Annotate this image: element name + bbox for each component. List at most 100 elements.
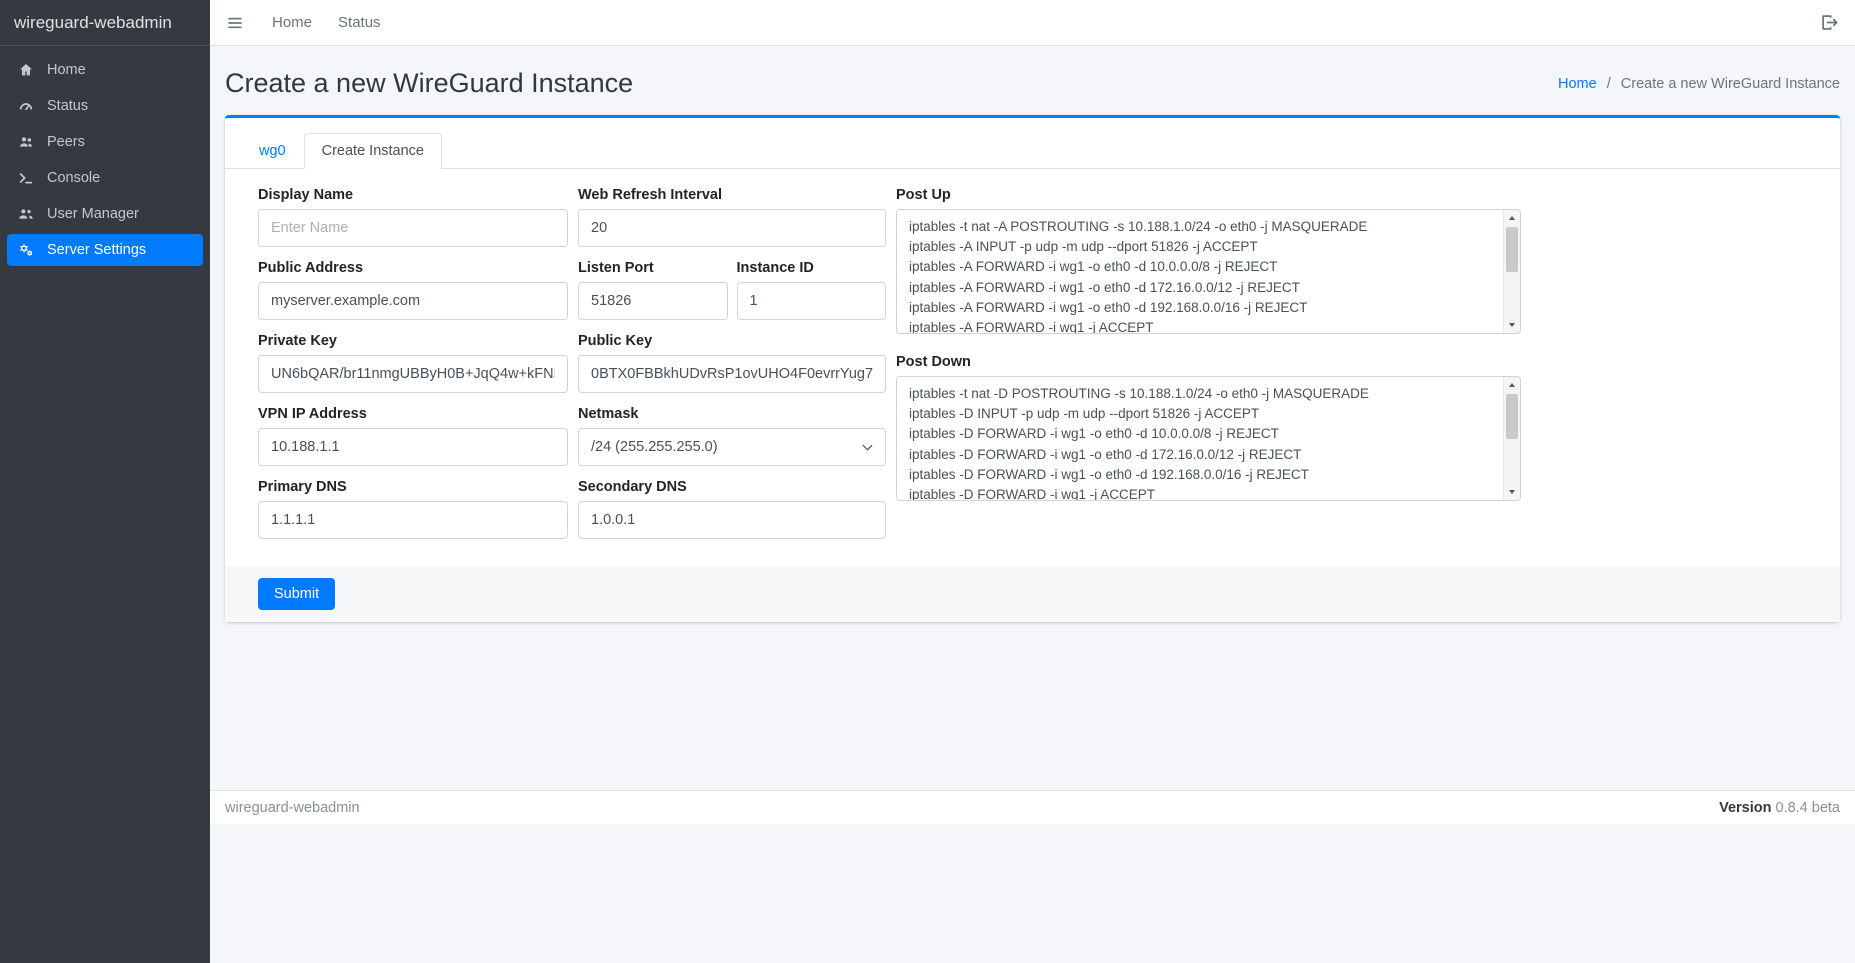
sidebar-item-home[interactable]: Home <box>7 54 203 86</box>
card-body: Display Name Public Address Private Key <box>225 169 1840 552</box>
instance-id-input[interactable] <box>737 282 887 320</box>
card-footer: Submit <box>225 566 1840 622</box>
public-key-label: Public Key <box>578 333 886 349</box>
vpn-ip-input[interactable] <box>258 428 568 466</box>
card-header: wg0 Create Instance <box>225 118 1840 169</box>
netmask-group: Netmask /24 (255.255.255.0) <box>578 406 886 466</box>
private-key-label: Private Key <box>258 333 568 349</box>
post-up-content: iptables -t nat -A POSTROUTING -s 10.188… <box>897 210 1520 333</box>
form-column-3: Post Up iptables -t nat -A POSTROUTING -… <box>896 187 1521 514</box>
topnav-link-status[interactable]: Status <box>338 14 381 31</box>
public-address-input[interactable] <box>258 282 568 320</box>
post-up-label: Post Up <box>896 187 1521 203</box>
listen-port-input[interactable] <box>578 282 728 320</box>
content-area: Create a new WireGuard Instance Home / C… <box>210 46 1855 640</box>
netmask-select[interactable]: /24 (255.255.255.0) <box>578 428 886 466</box>
chevron-down-icon <box>863 441 873 451</box>
listen-port-group: Listen Port <box>578 260 728 320</box>
form-column-1: Display Name Public Address Private Key <box>258 187 568 552</box>
top-navbar: Home Status <box>210 0 1855 46</box>
breadcrumb: Home / Create a new WireGuard Instance <box>1558 76 1840 92</box>
secondary-dns-label: Secondary DNS <box>578 479 886 495</box>
scrollbar-thumb[interactable] <box>1506 394 1518 439</box>
post-down-label: Post Down <box>896 354 1521 370</box>
post-up-scrollbar[interactable] <box>1503 210 1520 333</box>
status-gauge-icon <box>16 98 36 114</box>
sidebar-item-console[interactable]: Console <box>7 162 203 194</box>
web-refresh-label: Web Refresh Interval <box>578 187 886 203</box>
public-address-label: Public Address <box>258 260 568 276</box>
post-up-group: Post Up iptables -t nat -A POSTROUTING -… <box>896 187 1521 334</box>
page-title: Create a new WireGuard Instance <box>225 68 633 99</box>
public-key-input[interactable] <box>578 355 886 393</box>
display-name-label: Display Name <box>258 187 568 203</box>
hamburger-icon[interactable] <box>226 14 246 32</box>
footer-version: Version 0.8.4 beta <box>1719 800 1840 816</box>
public-address-group: Public Address <box>258 260 568 320</box>
post-down-content: iptables -t nat -D POSTROUTING -s 10.188… <box>897 377 1520 500</box>
primary-dns-group: Primary DNS <box>258 479 568 539</box>
private-key-input[interactable] <box>258 355 568 393</box>
sidebar-brand[interactable]: wireguard-webadmin <box>0 0 210 46</box>
user-manager-icon <box>16 206 36 222</box>
vpn-ip-group: VPN IP Address <box>258 406 568 466</box>
sidebar-item-user-manager[interactable]: User Manager <box>7 198 203 230</box>
topnav-link-home[interactable]: Home <box>272 14 312 31</box>
page-footer: wireguard-webadmin Version 0.8.4 beta <box>210 790 1855 824</box>
instance-form: Display Name Public Address Private Key <box>258 187 1807 552</box>
primary-dns-label: Primary DNS <box>258 479 568 495</box>
post-down-textarea[interactable]: iptables -t nat -D POSTROUTING -s 10.188… <box>896 376 1521 501</box>
post-down-group: Post Down iptables -t nat -D POSTROUTING… <box>896 354 1521 501</box>
vpn-ip-label: VPN IP Address <box>258 406 568 422</box>
scroll-up-arrow-icon[interactable] <box>1504 377 1520 393</box>
scrollbar-thumb[interactable] <box>1506 227 1518 272</box>
instance-card: wg0 Create Instance Display Name <box>225 115 1840 622</box>
sidebar-item-server-settings[interactable]: Server Settings <box>7 234 203 266</box>
instance-tabs: wg0 Create Instance <box>241 133 1824 168</box>
breadcrumb-home-link[interactable]: Home <box>1558 76 1597 92</box>
gears-icon <box>16 242 36 258</box>
sidebar-item-status[interactable]: Status <box>7 90 203 122</box>
sidebar-item-label: User Manager <box>47 206 139 222</box>
private-key-group: Private Key <box>258 333 568 393</box>
sidebar: wireguard-webadmin Home Status Peers <box>0 0 210 963</box>
main-column: Home Status Create a new WireGuard Insta… <box>210 0 1855 963</box>
port-id-row: Listen Port Instance ID <box>578 260 886 320</box>
secondary-dns-input[interactable] <box>578 501 886 539</box>
tab-wg0[interactable]: wg0 <box>241 133 304 169</box>
submit-button[interactable]: Submit <box>258 578 335 610</box>
secondary-dns-group: Secondary DNS <box>578 479 886 539</box>
web-refresh-input[interactable] <box>578 209 886 247</box>
tab-create-instance[interactable]: Create Instance <box>304 133 442 169</box>
sidebar-item-peers[interactable]: Peers <box>7 126 203 158</box>
display-name-input[interactable] <box>258 209 568 247</box>
scroll-up-arrow-icon[interactable] <box>1504 210 1520 226</box>
netmask-label: Netmask <box>578 406 886 422</box>
primary-dns-input[interactable] <box>258 501 568 539</box>
scroll-down-arrow-icon[interactable] <box>1504 317 1520 333</box>
listen-port-label: Listen Port <box>578 260 728 276</box>
public-key-group: Public Key <box>578 333 886 393</box>
sidebar-nav: Home Status Peers Console <box>0 46 210 278</box>
instance-id-group: Instance ID <box>737 260 887 320</box>
post-up-textarea[interactable]: iptables -t nat -A POSTROUTING -s 10.188… <box>896 209 1521 334</box>
peers-users-icon <box>16 134 36 150</box>
instance-id-label: Instance ID <box>737 260 887 276</box>
console-terminal-icon <box>16 170 36 186</box>
app-root: wireguard-webadmin Home Status Peers <box>0 0 1855 963</box>
page-header: Create a new WireGuard Instance Home / C… <box>225 68 1840 99</box>
sidebar-item-label: Peers <box>47 134 85 150</box>
home-icon <box>16 62 36 78</box>
sidebar-item-label: Server Settings <box>47 242 146 258</box>
sidebar-item-label: Status <box>47 98 88 114</box>
footer-version-value: 0.8.4 beta <box>1776 800 1841 816</box>
footer-version-label: Version <box>1719 800 1771 816</box>
breadcrumb-separator: / <box>1607 76 1611 92</box>
web-refresh-group: Web Refresh Interval <box>578 187 886 247</box>
sidebar-item-label: Console <box>47 170 100 186</box>
post-down-scrollbar[interactable] <box>1503 377 1520 500</box>
scroll-down-arrow-icon[interactable] <box>1504 484 1520 500</box>
sign-out-icon[interactable] <box>1820 13 1839 32</box>
display-name-group: Display Name <box>258 187 568 247</box>
form-column-2: Web Refresh Interval Listen Port Instanc… <box>578 187 886 552</box>
